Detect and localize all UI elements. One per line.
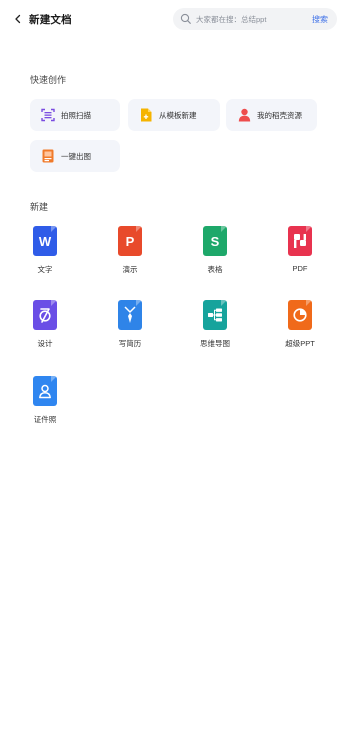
new-item-label: 超级PPT	[285, 339, 315, 348]
new-item-label: 证件照	[33, 415, 57, 424]
quick-item-label: 从模板新建	[159, 110, 197, 120]
new-spreadsheet-button[interactable]: S 表格	[190, 226, 240, 275]
page-title: 新建文档	[29, 14, 72, 26]
quick-item-label: 一键出图	[61, 151, 91, 161]
back-button[interactable]	[10, 11, 26, 27]
new-item-label: 演示	[122, 265, 138, 274]
top-bar: 新建文档 大家都在搜：总结ppt 搜索	[0, 0, 347, 38]
search-input[interactable]: 大家都在搜：总结ppt	[196, 14, 312, 25]
search-bar[interactable]: 大家都在搜：总结ppt 搜索	[173, 8, 337, 30]
image-doc-icon	[41, 149, 55, 163]
new-id-photo-button[interactable]: 证件照	[20, 376, 70, 425]
id-photo-icon	[33, 376, 57, 406]
super-ppt-icon	[288, 300, 312, 330]
new-item-label: 写简历	[118, 339, 142, 348]
design-icon	[33, 300, 57, 330]
quick-scan-button[interactable]: 拍照扫描	[30, 99, 120, 131]
new-item-label: 表格	[207, 265, 223, 274]
new-item-label: 文字	[37, 265, 53, 274]
chevron-left-icon	[15, 14, 21, 24]
search-icon	[180, 13, 191, 24]
quick-item-label: 拍照扫描	[61, 110, 91, 120]
quick-one-click-image-button[interactable]: 一键出图	[30, 140, 120, 172]
new-presentation-button[interactable]: P 演示	[105, 226, 155, 275]
person-icon	[237, 108, 251, 122]
new-item-label: PDF	[292, 264, 308, 273]
presentation-icon: P	[118, 226, 142, 256]
search-button[interactable]: 搜索	[312, 14, 328, 25]
new-super-ppt-button[interactable]: 超级PPT	[275, 300, 325, 349]
new-item-label: 设计	[37, 339, 53, 348]
new-design-button[interactable]: 设计	[20, 300, 70, 349]
new-resume-button[interactable]: 写简历	[105, 300, 155, 349]
word-doc-icon: W	[33, 226, 57, 256]
new-word-button[interactable]: W 文字	[20, 226, 70, 275]
mindmap-icon	[203, 300, 227, 330]
new-section-title: 新建	[30, 202, 49, 212]
quick-create-title: 快速创作	[30, 75, 67, 85]
new-item-label: 思维导图	[200, 339, 230, 348]
template-file-icon	[139, 108, 153, 122]
new-mindmap-button[interactable]: 思维导图	[190, 300, 240, 349]
pdf-icon	[288, 226, 312, 256]
quick-template-button[interactable]: 从模板新建	[128, 99, 220, 131]
spreadsheet-icon: S	[203, 226, 227, 256]
resume-icon	[118, 300, 142, 330]
new-pdf-button[interactable]: PDF	[275, 226, 325, 273]
quick-item-label: 我的稻壳资源	[257, 110, 302, 120]
quick-docer-resources-button[interactable]: 我的稻壳资源	[226, 99, 317, 131]
scan-icon	[41, 108, 55, 122]
